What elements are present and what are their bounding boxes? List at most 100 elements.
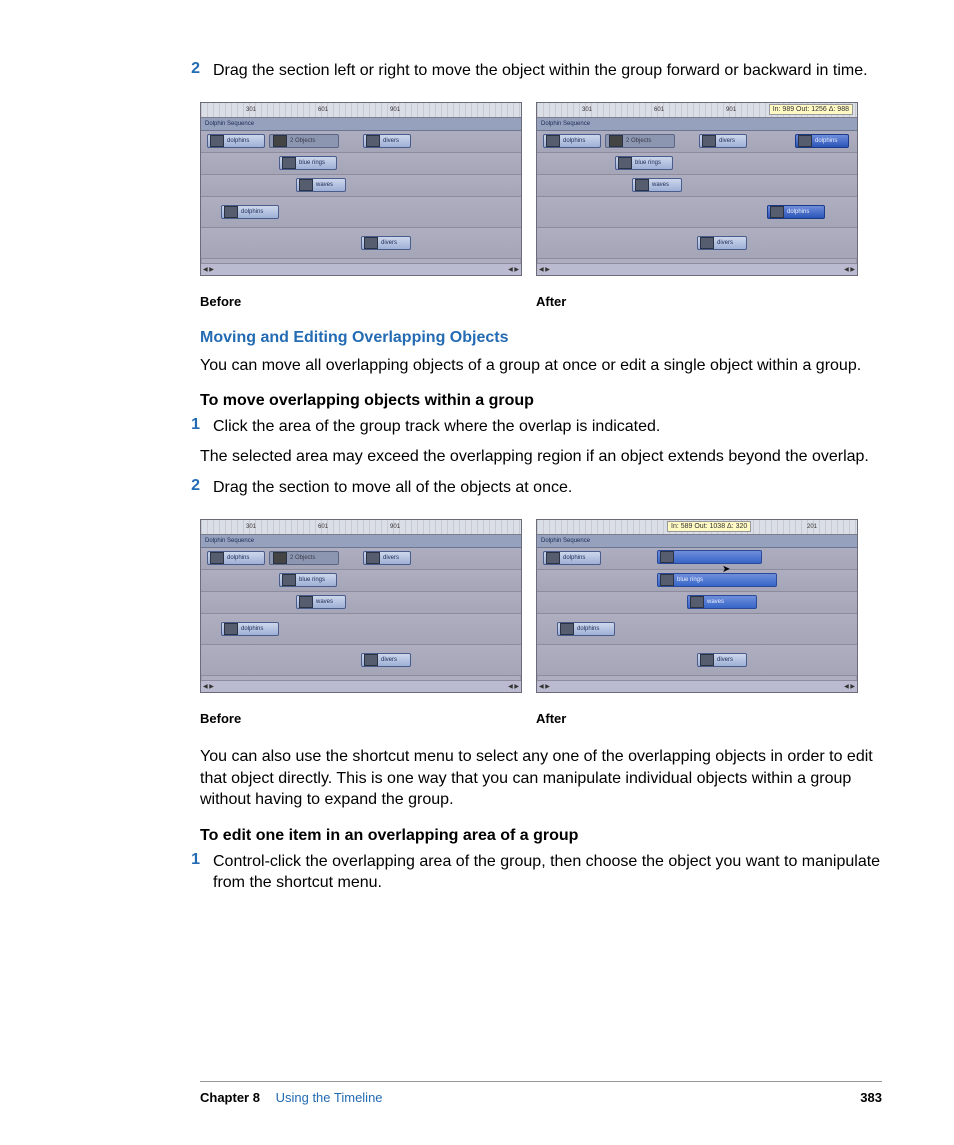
timeline-screenshot: In: 989 Out: 1256 Δ: 988 301 601 901 Dol… xyxy=(536,102,858,276)
clip-dolphins: dolphins xyxy=(207,551,265,565)
scrollbar: ◀ ▶◀ ▶ xyxy=(537,680,857,692)
cursor-icon: ➤ xyxy=(722,564,730,575)
ruler-mark: 201 xyxy=(807,524,817,530)
body-text: You can move all overlapping objects of … xyxy=(200,355,882,377)
ruler-mark: 301 xyxy=(582,107,592,113)
scrollbar: ◀ ▶◀ ▶ xyxy=(201,680,521,692)
group-header: Dolphin Sequence xyxy=(201,535,521,548)
timeline-ruler: 301 601 901 xyxy=(201,103,521,118)
caption-row: Before After xyxy=(200,294,882,309)
timeline-track: dolphins xyxy=(201,614,521,645)
timeline-track: dolphins 2 Objects divers dolphins xyxy=(537,131,857,153)
body-text: The selected area may exceed the overlap… xyxy=(200,446,882,468)
overlap-pill: 2 Objects xyxy=(269,134,339,148)
ruler-mark: 601 xyxy=(318,107,328,113)
timeline-track: divers xyxy=(201,228,521,259)
timeline-track: divers xyxy=(537,228,857,259)
clip-dolphins-selected: dolphins xyxy=(767,205,825,219)
step-number: 1 xyxy=(160,851,213,894)
section-heading: Moving and Editing Overlapping Objects xyxy=(200,329,882,347)
step-number: 2 xyxy=(160,60,213,82)
step-text: Control-click the overlapping area of th… xyxy=(213,851,882,894)
timeline-track: dolphins xyxy=(201,197,521,228)
tooltip: In: 589 Out: 1038 Δ: 320 xyxy=(667,521,751,532)
clip-divers: divers xyxy=(697,236,747,250)
ruler-mark: 901 xyxy=(390,107,400,113)
clip-divers: divers xyxy=(361,236,411,250)
clip-divers: divers xyxy=(363,134,411,148)
timeline-screenshot: In: 589 Out: 1038 Δ: 320 201 Dolphin Seq… xyxy=(536,519,858,693)
clip-dolphins: dolphins xyxy=(543,134,601,148)
scrollbar: ◀ ▶◀ ▶ xyxy=(201,263,521,275)
figure-after: In: 589 Out: 1038 Δ: 320 201 Dolphin Seq… xyxy=(536,519,856,693)
timeline-track: dolphins xyxy=(537,197,857,228)
timeline-track: dolphins 2 Objects divers xyxy=(201,131,521,153)
step-text: Click the area of the group track where … xyxy=(213,416,882,438)
page-number: 383 xyxy=(860,1090,882,1105)
step-item: 2 Drag the section to move all of the ob… xyxy=(200,477,882,499)
timeline-screenshot: 301 601 901 Dolphin Sequence dolphins 2 … xyxy=(200,102,522,276)
step-number: 1 xyxy=(160,416,213,438)
footer-title: Using the Timeline xyxy=(276,1090,383,1105)
clip-dolphins: dolphins xyxy=(207,134,265,148)
step-number: 2 xyxy=(160,477,213,499)
timeline-ruler: 301 601 901 xyxy=(201,520,521,535)
group-header: Dolphin Sequence xyxy=(537,535,857,548)
group-header: Dolphin Sequence xyxy=(537,118,857,131)
caption-after: After xyxy=(536,711,856,726)
clip-dolphins: dolphins xyxy=(543,551,601,565)
clip-divers: divers xyxy=(697,653,747,667)
group-header: Dolphin Sequence xyxy=(201,118,521,131)
timeline-track: divers xyxy=(537,645,857,676)
figure-pair: 301 601 901 Dolphin Sequence dolphins 2 … xyxy=(200,519,882,693)
clip-dolphins: dolphins xyxy=(557,622,615,636)
caption-row: Before After xyxy=(200,711,882,726)
clip-divers: divers xyxy=(699,134,747,148)
clip-dolphins-selected: dolphins xyxy=(795,134,849,148)
clip-dolphins: dolphins xyxy=(221,622,279,636)
body-text: You can also use the shortcut menu to se… xyxy=(200,746,882,811)
scrollbar: ◀ ▶◀ ▶ xyxy=(537,263,857,275)
timeline-track: waves xyxy=(201,175,521,197)
timeline-screenshot: 301 601 901 Dolphin Sequence dolphins 2 … xyxy=(200,519,522,693)
clip-blue-rings: blue rings xyxy=(615,156,673,170)
overlap-pill: 2 Objects xyxy=(605,134,675,148)
clip-waves: waves xyxy=(632,178,682,192)
ruler-mark: 301 xyxy=(246,107,256,113)
ruler-mark: 301 xyxy=(246,524,256,530)
clip-waves-selected: waves xyxy=(687,595,757,609)
task-heading: To edit one item in an overlapping area … xyxy=(200,827,882,845)
step-text: Drag the section left or right to move t… xyxy=(213,60,882,82)
figure-before: 301 601 901 Dolphin Sequence dolphins 2 … xyxy=(200,519,520,693)
timeline-track: waves xyxy=(201,592,521,614)
clip-waves: waves xyxy=(296,178,346,192)
timeline-track: waves xyxy=(537,175,857,197)
timeline-track: dolphins xyxy=(537,614,857,645)
clip-blue-rings: blue rings xyxy=(279,156,337,170)
figure-after: In: 989 Out: 1256 Δ: 988 301 601 901 Dol… xyxy=(536,102,856,276)
timeline-track: waves xyxy=(537,592,857,614)
timeline-track: divers xyxy=(201,645,521,676)
caption-after: After xyxy=(536,294,856,309)
figure-pair: 301 601 901 Dolphin Sequence dolphins 2 … xyxy=(200,102,882,276)
task-heading: To move overlapping objects within a gro… xyxy=(200,392,882,410)
clip-blue-rings-selected: blue rings xyxy=(657,573,777,587)
clip-divers: divers xyxy=(361,653,411,667)
ruler-mark: 901 xyxy=(726,107,736,113)
clip-blue-rings: blue rings xyxy=(279,573,337,587)
tooltip: In: 989 Out: 1256 Δ: 988 xyxy=(769,104,853,115)
caption-before: Before xyxy=(200,711,520,726)
step-item: 1 Control-click the overlapping area of … xyxy=(200,851,882,894)
clip-divers: divers xyxy=(363,551,411,565)
ruler-mark: 601 xyxy=(654,107,664,113)
clip-waves: waves xyxy=(296,595,346,609)
page-footer: Chapter 8 Using the Timeline 383 xyxy=(200,1081,882,1105)
timeline-track: dolphins ➤ xyxy=(537,548,857,570)
ruler-mark: 901 xyxy=(390,524,400,530)
timeline-track: blue rings xyxy=(537,153,857,175)
step-item: 1 Click the area of the group track wher… xyxy=(200,416,882,438)
step-item: 2 Drag the section left or right to move… xyxy=(200,60,882,82)
caption-before: Before xyxy=(200,294,520,309)
step-text: Drag the section to move all of the obje… xyxy=(213,477,882,499)
timeline-track: blue rings xyxy=(201,570,521,592)
